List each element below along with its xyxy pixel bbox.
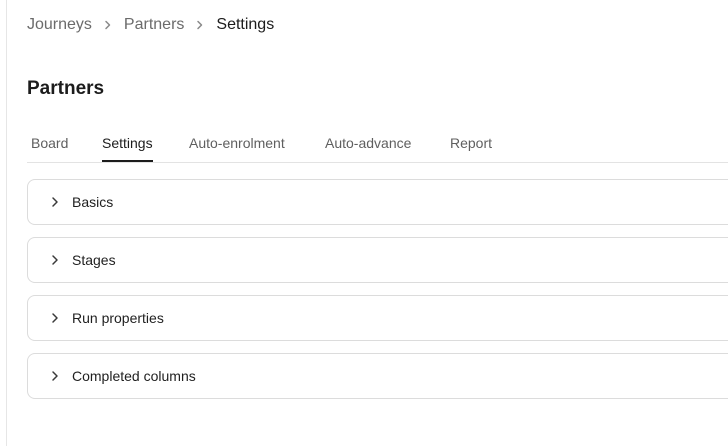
chevron-right-icon xyxy=(92,20,124,30)
chevron-right-icon xyxy=(48,369,62,383)
section-run-properties[interactable]: Run properties xyxy=(27,295,728,341)
chevron-right-icon xyxy=(184,20,216,30)
tab-board[interactable]: Board xyxy=(31,126,68,162)
left-divider xyxy=(6,0,7,446)
tab-bar: Board Settings Auto-enrolment Auto-advan… xyxy=(27,126,728,163)
section-label: Stages xyxy=(72,252,116,268)
tab-settings[interactable]: Settings xyxy=(102,126,153,162)
breadcrumb-item-partners[interactable]: Partners xyxy=(124,16,184,34)
section-label: Completed columns xyxy=(72,368,196,384)
tab-report[interactable]: Report xyxy=(450,126,492,162)
section-label: Run properties xyxy=(72,310,164,326)
section-label: Basics xyxy=(72,194,114,210)
chevron-right-icon xyxy=(48,311,62,325)
breadcrumb-item-journeys[interactable]: Journeys xyxy=(27,16,92,34)
section-stages[interactable]: Stages xyxy=(27,237,728,283)
chevron-right-icon xyxy=(48,253,62,267)
page-title: Partners xyxy=(27,78,105,99)
breadcrumb: Journeys Partners Settings xyxy=(27,14,274,36)
tab-auto-advance[interactable]: Auto-advance xyxy=(325,126,411,162)
tab-auto-enrolment[interactable]: Auto-enrolment xyxy=(189,126,285,162)
section-completed-columns[interactable]: Completed columns xyxy=(27,353,728,399)
section-basics[interactable]: Basics xyxy=(27,179,728,225)
chevron-right-icon xyxy=(48,195,62,209)
breadcrumb-item-settings: Settings xyxy=(216,16,275,33)
